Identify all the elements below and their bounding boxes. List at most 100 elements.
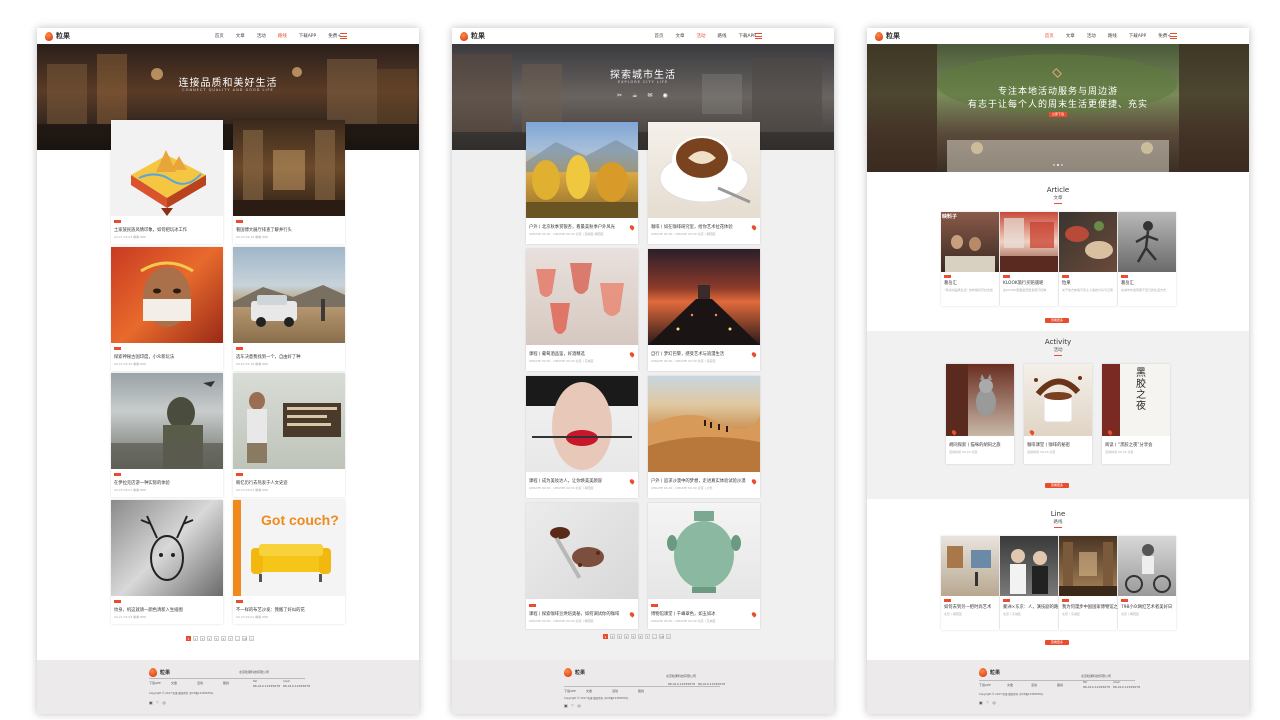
nav-item-article[interactable]: 文章	[236, 33, 245, 39]
footer-logo[interactable]: 粒果	[149, 668, 170, 677]
footer-link-activity[interactable]: 活动	[1031, 683, 1037, 687]
activity-card[interactable]: 黑胶之夜 阅读丨“黑胶之夜”分享会 活动时间 09.23 北京	[1102, 364, 1170, 464]
weibo-icon[interactable]: ▣	[149, 700, 153, 705]
page-button[interactable]: 1	[603, 634, 608, 639]
activity-card[interactable]: 课程丨探索咖啡豆烘焙奥秘，如何调试你的咖啡 UPDATE 09:30 · UPD…	[526, 503, 638, 629]
page-button[interactable]: 5	[631, 634, 636, 639]
page-button[interactable]: 4	[624, 634, 629, 639]
nav-item-activity[interactable]: 活动	[1087, 33, 1096, 39]
hero-download-button[interactable]: 立即下载	[1049, 112, 1067, 117]
article-card[interactable]: 韩忆历行去热衷于人文史迹 09.23 09:01 看看·888	[233, 373, 345, 497]
nav-item-home[interactable]: 首页	[1045, 33, 1054, 39]
footer-link-line[interactable]: 路线	[223, 681, 229, 685]
footer-link-line[interactable]: 路线	[638, 689, 644, 693]
footer-link-activity[interactable]: 活动	[197, 681, 203, 685]
activity-card[interactable]: 咖啡课堂丨咖啡的秘密 活动时间 09.23 北京	[1024, 364, 1092, 464]
activity-card[interactable]: 咖啡丨如在咖啡研究室，给你艺术拉花体验 UPDATE 09:30 · UPDAT…	[648, 122, 760, 244]
nav-item-home[interactable]: 首页	[215, 33, 224, 39]
page-button[interactable]: 7	[645, 634, 650, 639]
page-button[interactable]: 2	[193, 636, 198, 641]
article-card[interactable]: 在伊拉克店游一种实际的体验 09.23 09:01 看看·888	[111, 373, 223, 497]
page-button[interactable]: 18	[242, 636, 247, 641]
footer-logo[interactable]: 粒果	[979, 668, 1000, 677]
page-button[interactable]: 3	[200, 636, 205, 641]
line-card[interactable]: 蒙洲×东京：人，演技剧的路 北京丨东城区	[1000, 536, 1058, 630]
weibo-icon[interactable]: ▣	[979, 700, 983, 705]
camera-icon[interactable]: ◉	[662, 92, 667, 99]
footer-link-article[interactable]: 文章	[1007, 683, 1013, 687]
carousel-dot[interactable]	[1053, 164, 1055, 166]
brand-logo[interactable]: 粒果	[45, 31, 70, 41]
next-page-button[interactable]: >	[666, 634, 671, 639]
article-card[interactable]: 探索神秘古国印度，小众新玩法 09.22 09:30 看看·888	[111, 247, 223, 371]
menu-icon[interactable]	[340, 33, 347, 39]
brand-logo[interactable]: 粒果	[460, 31, 485, 41]
carousel-dot[interactable]	[1061, 164, 1063, 166]
activity-card[interactable]: 博物馆课堂丨千峰翠色，如玉如冰 UPDATE 09:30 · UPDATE 09…	[648, 503, 760, 629]
line-card[interactable]: 如何去到另一把时尚艺术 北京丨朝阳区	[941, 536, 999, 630]
footer-link-app[interactable]: 下载APP	[564, 689, 576, 693]
line-card[interactable]: 我为何漫步中国国家博物馆之旅 北京丨东城区	[1059, 536, 1122, 630]
article-card[interactable]: 土家族民族风情印象，如何把玩冰工作 09.21 09:03 看看·888	[111, 120, 223, 244]
activity-card[interactable]: 课程丨成为美妆达人，让你焕美美颜容 UPDATE 09:30 · UPDATE …	[526, 376, 638, 498]
qq-icon[interactable]: ◎	[577, 703, 581, 708]
nav-item-line[interactable]: 路线	[717, 33, 726, 39]
footer-link-activity[interactable]: 活动	[612, 689, 618, 693]
nav-item-activity[interactable]: 活动	[257, 33, 266, 39]
carousel-dot[interactable]	[1057, 164, 1059, 166]
line-more-button[interactable]: 查看更多	[1045, 640, 1069, 645]
article-card[interactable]: 映料子 葛岳汇 “有好的品质生活” 的吃喝玩乐好去处	[941, 212, 999, 306]
nav-item-app[interactable]: 下载APP	[1129, 33, 1147, 39]
footer-link-app[interactable]: 下载APP	[149, 681, 161, 685]
nav-item-activity[interactable]: 活动	[696, 33, 705, 39]
page-button[interactable]: 1	[186, 636, 191, 641]
wechat-icon[interactable]: ♡	[986, 700, 990, 705]
qq-icon[interactable]: ◎	[162, 700, 166, 705]
next-page-button[interactable]: >	[249, 636, 254, 641]
page-button[interactable]: 6	[221, 636, 226, 641]
scissors-icon[interactable]: ✂	[617, 92, 622, 99]
activity-more-button[interactable]: 查看更多	[1045, 483, 1069, 488]
article-card[interactable]: 粒果 关于地方体验与风土人情的分享与记录	[1059, 212, 1117, 306]
nav-item-app[interactable]: 下载APP	[299, 33, 317, 39]
activity-card[interactable]: 胡同探索丨猫咪的胡同之旅 活动时间 09.23 北京	[946, 364, 1014, 464]
page-button[interactable]: 5	[214, 636, 219, 641]
nav-item-article[interactable]: 文章	[1066, 33, 1075, 39]
nav-item-line[interactable]: 路线	[278, 33, 287, 39]
footer-link-article[interactable]: 文章	[171, 681, 177, 685]
page-button[interactable]: 4	[207, 636, 212, 641]
nav-item-home[interactable]: 首页	[654, 33, 663, 39]
article-card[interactable]: 纹身，机这就请一颜色清新入生插图 09.21 09:03 看看·888	[111, 500, 223, 624]
page-button[interactable]: 2	[610, 634, 615, 639]
wechat-icon[interactable]: ♡	[156, 700, 160, 705]
qq-icon[interactable]: ◎	[992, 700, 996, 705]
activity-card[interactable]: 课程丨葡萄酒品鉴，好酒精选 UPDATE 09:30 · UPDATE 09:3…	[526, 249, 638, 371]
nav-item-line[interactable]: 路线	[1108, 33, 1117, 39]
footer-link-article[interactable]: 文章	[586, 689, 592, 693]
mail-icon[interactable]: ✉	[647, 92, 652, 99]
coffee-icon[interactable]: ☕	[632, 92, 637, 99]
article-card[interactable]: KLOOK旅行买赔版呢 在KLOOK里面发现更多旅行好物	[1000, 212, 1058, 306]
footer-logo[interactable]: 粒果	[564, 668, 585, 677]
menu-icon[interactable]	[1170, 33, 1177, 39]
activity-card[interactable]: 户外丨北京秋季赏银杏，看最美秋季户外风光 UPDATE 09:30 · UPDA…	[526, 122, 638, 244]
article-card[interactable]: 看国博大展厅排查了解并行头 09.23 09:18 看看·888	[233, 120, 345, 244]
activity-card[interactable]: 户外丨追求沙漠中的梦想，走进真实体验试验沙漠 UPDATE 09:30 · UP…	[648, 376, 760, 498]
footer-link-app[interactable]: 下载APP	[979, 683, 991, 687]
page-button[interactable]: 6	[638, 634, 643, 639]
article-more-button[interactable]: 查看更多	[1045, 318, 1069, 323]
footer-link-line[interactable]: 路线	[1057, 683, 1063, 687]
menu-icon[interactable]	[755, 33, 762, 39]
article-card[interactable]: Got couch? 不一样的布艺沙发：我搬了好似的花 09.23 09:01 …	[233, 500, 345, 624]
nav-item-app[interactable]: 下载APP	[738, 33, 756, 39]
page-button[interactable]: 3	[617, 634, 622, 639]
page-button[interactable]: 18	[659, 634, 664, 639]
article-card[interactable]: 选车决意我找到一个，自由好了种 09.22 09:18 看看·888	[233, 247, 345, 371]
line-card[interactable]: 798小众网红艺术者美好日 北京丨朝阳区	[1118, 536, 1176, 630]
wechat-icon[interactable]: ♡	[571, 703, 575, 708]
brand-logo[interactable]: 粒果	[875, 31, 900, 41]
nav-item-article[interactable]: 文章	[675, 33, 684, 39]
page-button[interactable]: 7	[228, 636, 233, 641]
activity-card[interactable]: 自行丨梦幻巴黎，感受艺术与浪漫生活 UPDATE 09:30 · UPDATE …	[648, 249, 760, 371]
weibo-icon[interactable]: ▣	[564, 703, 568, 708]
